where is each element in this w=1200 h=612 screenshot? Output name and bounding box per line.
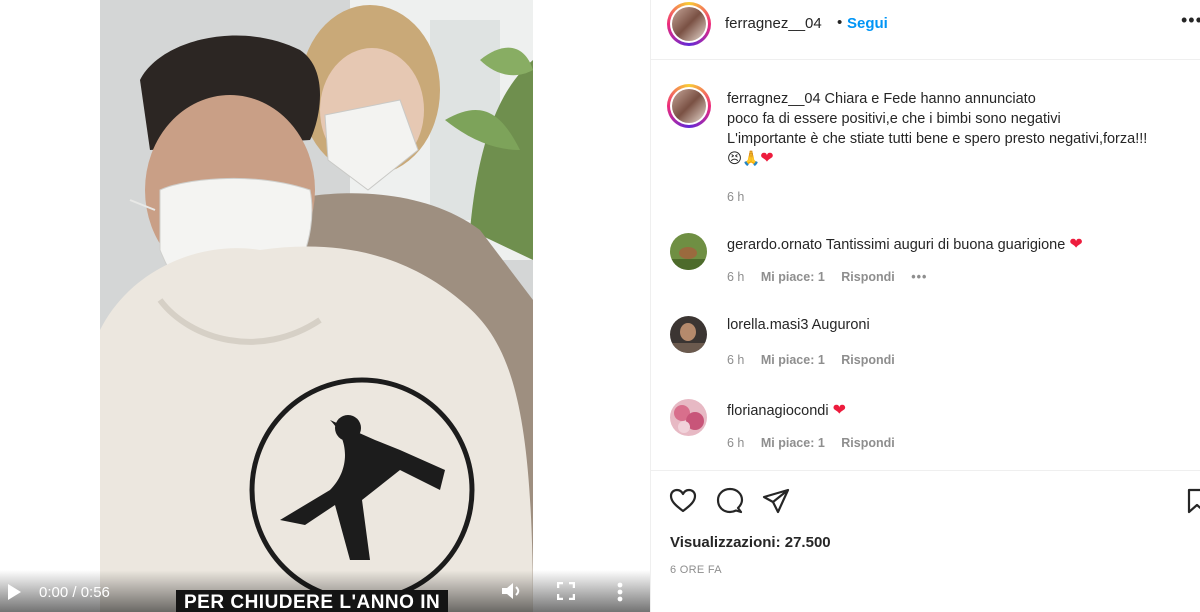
post-side-panel: ferragnez__04 • Segui ••• ferragnez__04 … [650, 0, 1200, 612]
comment-text: florianagiocondi ❤ [727, 400, 846, 420]
more-options-icon[interactable]: ••• [1181, 10, 1200, 31]
comment-meta: 6 h Mi piace: 1 Rispondi [727, 436, 908, 450]
video-caption: PER CHIUDERE L'ANNO IN [176, 590, 449, 612]
comment-time[interactable]: 6 h [727, 436, 744, 450]
comment-username[interactable]: lorella.masi3 [727, 317, 808, 333]
play-icon[interactable] [6, 583, 22, 601]
red-heart-emoji: ❤ [1069, 236, 1083, 253]
more-vertical-icon[interactable] [616, 581, 624, 603]
views-count[interactable]: Visualizzazioni: 27.500 [670, 534, 831, 551]
comment-likes[interactable]: Mi piace: 1 [761, 353, 825, 367]
fullscreen-icon[interactable] [557, 582, 575, 600]
comment-likes[interactable]: Mi piace: 1 [761, 436, 825, 450]
comment-text: lorella.masi3 Auguroni [727, 317, 870, 333]
comment-meta: 6 h Mi piace: 1 Rispondi [727, 353, 908, 367]
avatar[interactable] [667, 84, 711, 128]
avatar[interactable] [670, 316, 707, 353]
video-panel[interactable]: 0:00 / 0:56 PER CHIUDERE L'ANNO IN [0, 0, 650, 612]
video-frame[interactable] [100, 0, 533, 612]
avatar[interactable] [670, 399, 707, 436]
header-username[interactable]: ferragnez__04 [725, 15, 822, 32]
reply-button[interactable]: Rispondi [841, 436, 894, 450]
comment-icon[interactable] [716, 487, 744, 515]
caption-time[interactable]: 6 h [727, 190, 744, 204]
comment-username[interactable]: gerardo.ornato [727, 237, 822, 253]
caption-line: Chiara e Fede hanno annunciato [824, 91, 1036, 107]
red-heart-emoji: ❤ [760, 150, 774, 167]
share-icon[interactable] [762, 487, 790, 515]
caption-line: L'importante è che stiate tutti bene e s… [727, 131, 1148, 147]
comment-more-icon[interactable]: ••• [911, 270, 927, 284]
comment-time[interactable]: 6 h [727, 270, 744, 284]
volume-icon[interactable] [500, 581, 522, 601]
reply-button[interactable]: Rispondi [841, 270, 894, 284]
video-time: 0:00 / 0:56 [39, 584, 110, 601]
red-heart-emoji: ❤ [832, 402, 847, 419]
comment-body: Tantissimi auguri di buona guarigione [825, 237, 1066, 253]
comment-item: lorella.masi3 Auguroni 6 h Mi piace: 1 R… [651, 316, 1200, 386]
comment-likes[interactable]: Mi piace: 1 [761, 270, 825, 284]
caption-line: poco fa di essere positivi,e che i bimbi… [727, 111, 1061, 127]
caption-text: ferragnez__04 Chiara e Fede hanno annunc… [727, 89, 1200, 169]
comment-item: florianagiocondi ❤ 6 h Mi piace: 1 Rispo… [651, 399, 1200, 469]
caption-username[interactable]: ferragnez__04 [727, 91, 821, 107]
avatar[interactable] [670, 233, 707, 270]
comment-body: Auguroni [811, 317, 870, 333]
video-still [100, 0, 533, 612]
post-header: ferragnez__04 • Segui ••• [651, 0, 1200, 60]
avatar[interactable] [667, 2, 711, 46]
follow-button[interactable]: Segui [847, 15, 888, 32]
comment-text: gerardo.ornato Tantissimi auguri di buon… [727, 234, 1083, 254]
comment-meta: 6 h Mi piace: 1 Rispondi ••• [727, 270, 940, 284]
post-age[interactable]: 6 ORE FA [670, 564, 722, 576]
folded-hands-emoji: 🙏 [742, 151, 761, 167]
comment-username[interactable]: florianagiocondi [727, 403, 829, 419]
comment-item: gerardo.ornato Tantissimi auguri di buon… [651, 233, 1200, 303]
comment-time[interactable]: 6 h [727, 353, 744, 367]
reply-button[interactable]: Rispondi [841, 353, 894, 367]
header-separator: • [837, 14, 843, 31]
persevering-face-emoji: 😣 [727, 151, 743, 167]
bookmark-icon[interactable] [1183, 487, 1200, 515]
post-actions: Visualizzazioni: 27.500 6 ORE FA [651, 470, 1200, 612]
heart-icon[interactable] [669, 487, 697, 515]
